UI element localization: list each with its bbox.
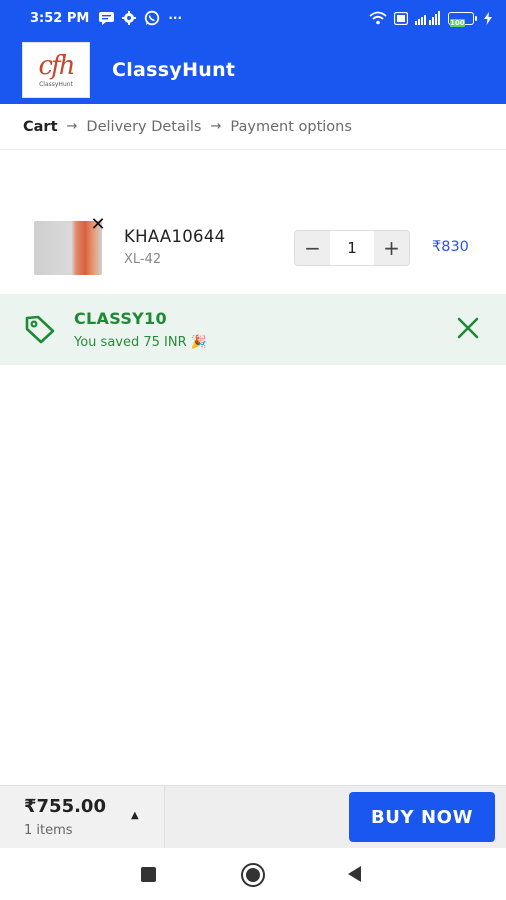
remove-item-icon[interactable]: ✕ [88,215,108,235]
status-time: 3:52 PM [30,10,90,26]
decrement-button[interactable]: − [295,231,330,265]
buy-now-button[interactable]: BUY NOW [349,792,495,842]
coupon-code: CLASSY10 [74,309,167,328]
wifi-icon [369,11,387,25]
item-price: ₹830 [432,239,469,255]
back-icon[interactable] [348,866,361,882]
product-thumbnail-wrap: ✕ [34,215,106,277]
status-bar: 3:52 PM ··· 100 [0,0,506,36]
coupon-savings-message: You saved 75 INR 🎉 [74,335,207,350]
tag-icon [25,315,55,344]
order-total: ₹755.00 [24,796,106,817]
applied-coupon-banner: CLASSY10 You saved 75 INR 🎉 [0,294,506,365]
items-count: 1 items [24,823,73,838]
remove-coupon-icon[interactable] [454,314,482,342]
app-header: cfh ClassyHunt ClassyHunt [0,36,506,104]
brand-logo[interactable]: cfh ClassyHunt [22,42,90,98]
battery-icon: 100 [448,11,477,27]
system-navigation-bar [0,848,506,900]
item-info: KHAA10644 XL-42 [124,227,225,267]
breadcrumb-step-cart: Cart [23,118,58,135]
system-icons: 100 [369,11,492,27]
quantity-stepper: − 1 + [294,230,410,266]
cart-item: ✕ KHAA10644 XL-42 − 1 + ₹830 [0,205,506,291]
message-icon [99,11,115,25]
notification-icons: ··· [99,10,182,26]
app-title: ClassyHunt [112,59,236,81]
quantity-value[interactable]: 1 [330,231,374,265]
recents-icon[interactable] [141,867,156,882]
breadcrumb-arrow-icon: → [210,119,222,134]
breadcrumb-arrow-icon: → [66,119,78,134]
charging-icon [484,11,492,25]
gear-icon [122,11,137,25]
breadcrumb-step-payment: Payment options [230,118,352,135]
caret-up-icon[interactable]: ▲ [131,810,143,822]
signal-icon [415,11,440,25]
more-dots-icon: ··· [168,11,183,25]
home-icon[interactable] [241,863,265,887]
breadcrumb-step-delivery: Delivery Details [86,118,202,135]
whatsapp-icon [145,10,160,26]
logo-mark: cfh [38,50,76,81]
vo-icon [394,11,408,25]
product-size: XL-42 [124,252,162,267]
checkout-bar: ₹755.00 1 items ▲ BUY NOW [0,785,506,849]
order-summary-toggle[interactable]: ₹755.00 1 items ▲ [0,786,165,849]
increment-button[interactable]: + [374,231,409,265]
product-code: KHAA10644 [124,227,226,246]
checkout-breadcrumb: Cart → Delivery Details → Payment option… [0,104,506,150]
logo-text: ClassyHunt [39,80,73,88]
